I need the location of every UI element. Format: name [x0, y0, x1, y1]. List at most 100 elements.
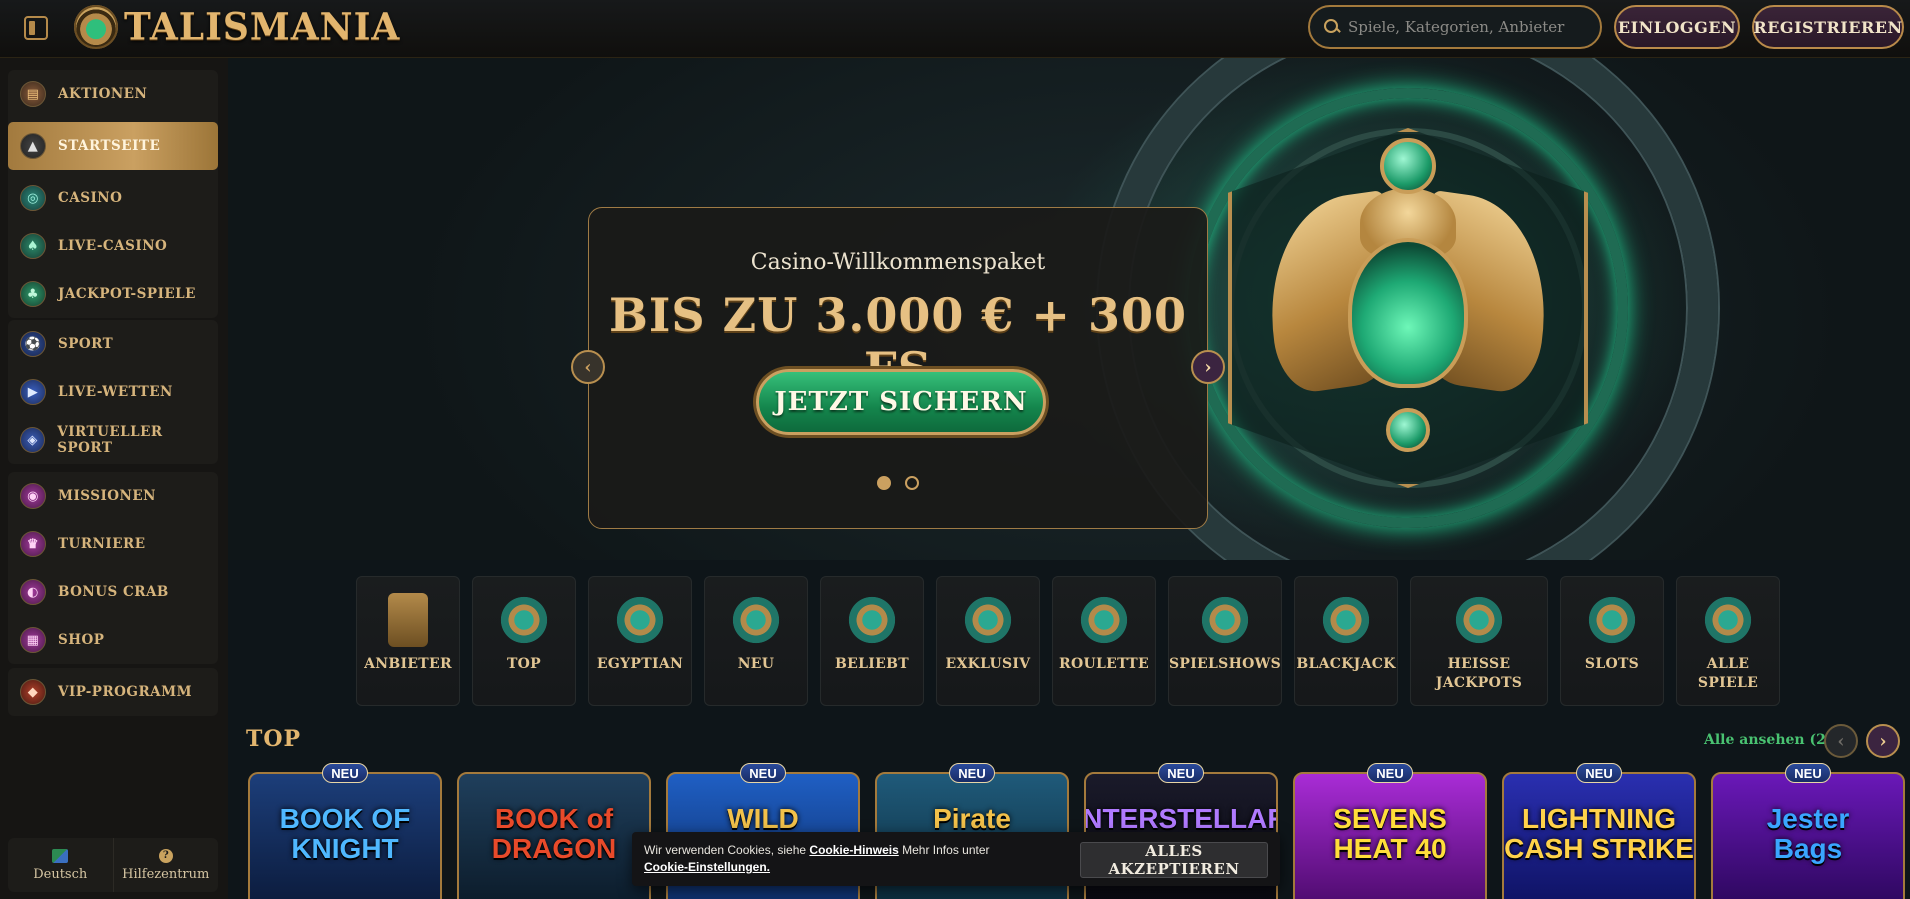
- promo-subtitle: Casino-Willkommenspaket: [750, 250, 1046, 275]
- sidebar-item-label: SPORT: [58, 336, 114, 352]
- sidebar-item-sport[interactable]: ⚽ SPORT: [8, 320, 218, 368]
- category-exklusiv[interactable]: EXKLUSIV: [936, 576, 1040, 706]
- eye-of-horus-icon: [613, 593, 667, 647]
- sidebar-item-virtueller-sport[interactable]: ◈ VIRTUELLER SPORT: [8, 416, 218, 464]
- slot-machine-icon: [1585, 593, 1639, 647]
- sidebar-item-startseite[interactable]: ▲ STARTSEITE: [8, 122, 218, 170]
- game-tile[interactable]: BOOK of DRAGON: [457, 772, 651, 899]
- sidebar-item-label: MISSIONEN: [58, 488, 157, 504]
- category-label: TOP: [506, 656, 542, 672]
- shop-icon: ▦: [20, 627, 46, 653]
- carousel-dot-2[interactable]: [905, 476, 919, 490]
- category-label: EGYPTIAN: [596, 656, 684, 672]
- game-title: SEVENS HEAT 40: [1333, 803, 1447, 864]
- category-label: EXKLUSIV: [945, 656, 1031, 672]
- sidebar-item-label: SHOP: [58, 632, 105, 648]
- scarab-gem-top: [1380, 138, 1436, 194]
- live-betting-icon: ▶: [20, 379, 46, 405]
- category-alle-spiele[interactable]: ALLE SPIELE: [1676, 576, 1780, 706]
- carousel-prev-button[interactable]: ‹: [571, 350, 605, 384]
- search-icon: [1324, 19, 1340, 35]
- sidebar-item-jackpot-spiele[interactable]: ♣ JACKPOT-SPIELE: [8, 270, 218, 318]
- sidebar-item-turniere[interactable]: ♛ TURNIERE: [8, 520, 218, 568]
- jetzt-sichern-button[interactable]: JETZT SICHERN: [756, 369, 1046, 435]
- sidebar-item-bonus-crab[interactable]: ◐ BONUS CRAB: [8, 568, 218, 616]
- hero-banner: Casino-Willkommenspaket BIS ZU 3.000 € +…: [228, 58, 1910, 560]
- scarab-body: [1348, 238, 1468, 388]
- sidebar-item-live-casino[interactable]: ♠ LIVE-CASINO: [8, 222, 218, 270]
- new-badge: NEU: [949, 763, 995, 783]
- game-tile[interactable]: Jester Bags: [1711, 772, 1905, 899]
- sidebar-group-rewards: ◉ MISSIONEN ♛ TURNIERE ◐ BONUS CRAB ▦ SH…: [8, 472, 218, 664]
- pharaoh-icon: [961, 593, 1015, 647]
- new-badge: NEU: [1576, 763, 1622, 783]
- sidebar-item-live-wetten[interactable]: ▶ LIVE-WETTEN: [8, 368, 218, 416]
- sidebar-item-casino[interactable]: ◎ CASINO: [8, 174, 218, 222]
- login-button[interactable]: EINLOGGEN: [1614, 5, 1740, 49]
- category-egyptian[interactable]: EGYPTIAN: [588, 576, 692, 706]
- game-tile[interactable]: BOOK OF KNIGHT: [248, 772, 442, 899]
- lotus-icon: [1701, 593, 1755, 647]
- game-title: BOOK OF KNIGHT: [279, 803, 411, 864]
- category-label: BELIEBT: [835, 656, 909, 672]
- sidebar-toggle-icon[interactable]: [24, 16, 48, 40]
- crown-icon: [845, 593, 899, 647]
- search-box[interactable]: [1308, 5, 1602, 49]
- cookie-notice-link[interactable]: Cookie-Hinweis: [809, 843, 898, 857]
- game-tile[interactable]: LIGHTNING CASH STRIKE: [1502, 772, 1696, 899]
- new-badge: NEU: [1785, 763, 1831, 783]
- category-blackjack[interactable]: BLACKJACK: [1294, 576, 1398, 706]
- carousel-dots: [589, 476, 1207, 490]
- sidebar-item-missionen[interactable]: ◉ MISSIONEN: [8, 472, 218, 520]
- games-prev-button[interactable]: ‹: [1824, 724, 1858, 758]
- search-input[interactable]: [1348, 18, 1588, 36]
- cookie-settings-link[interactable]: Cookie-Einstellungen.: [644, 860, 770, 874]
- carousel-dot-1[interactable]: [877, 476, 891, 490]
- category-label: ALLE SPIELE: [1697, 656, 1759, 691]
- sun-disc-icon: [729, 593, 783, 647]
- category-roulette[interactable]: ROULETTE: [1052, 576, 1156, 706]
- cookie-text-part: Mehr Infos unter: [902, 843, 990, 857]
- home-icon: ▲: [20, 133, 46, 159]
- casino-icon: ◎: [20, 185, 46, 211]
- help-label: Hilfezentrum: [122, 866, 210, 882]
- chevron-right-icon: ›: [1879, 730, 1887, 752]
- category-spielshows[interactable]: SPIELSHOWS: [1168, 576, 1282, 706]
- sidebar-item-vip-programm[interactable]: ◆ VIP-PROGRAMM: [8, 668, 218, 716]
- accept-all-cookies-button[interactable]: ALLES AKZEPTIEREN: [1080, 842, 1268, 878]
- category-anbieter[interactable]: ANBIETER: [356, 576, 460, 706]
- carousel-next-button[interactable]: ›: [1191, 350, 1225, 384]
- game-title: Jester Bags: [1766, 803, 1850, 864]
- category-heisse-jackpots[interactable]: HEISSE JACKPOTS: [1410, 576, 1548, 706]
- games-next-button[interactable]: ›: [1866, 724, 1900, 758]
- live-casino-icon: ♠: [20, 233, 46, 259]
- category-neu[interactable]: NEU: [704, 576, 808, 706]
- talismania-logo[interactable]: TALISMANIA: [74, 4, 400, 50]
- promo-card: Casino-Willkommenspaket BIS ZU 3.000 € +…: [588, 207, 1208, 529]
- chevron-right-icon: ›: [1204, 356, 1212, 378]
- category-label: HEISSE JACKPOTS: [1435, 656, 1523, 691]
- promotions-icon: ▤: [20, 81, 46, 107]
- sidebar-item-shop[interactable]: ▦ SHOP: [8, 616, 218, 664]
- sidebar-group-vip: ◆ VIP-PROGRAMM: [8, 668, 218, 716]
- cookie-text-part: Wir verwenden Cookies, siehe: [644, 843, 807, 857]
- game-title: LIGHTNING CASH STRIKE: [1504, 803, 1694, 864]
- sidebar-item-aktionen[interactable]: ▤ AKTIONEN: [8, 70, 218, 118]
- virtual-sport-icon: ◈: [20, 427, 46, 453]
- flame-icon: [1452, 593, 1506, 647]
- sidebar-group-casino: ▤ AKTIONEN ▲ STARTSEITE ◎ CASINO ♠ LIVE-…: [8, 70, 218, 318]
- cookie-text: Wir verwenden Cookies, siehe Cookie-Hinw…: [644, 842, 1074, 876]
- sidebar-item-label: LIVE-WETTEN: [58, 384, 173, 400]
- game-tile[interactable]: SEVENS HEAT 40: [1293, 772, 1487, 899]
- language-selector[interactable]: Deutsch: [8, 838, 113, 892]
- category-beliebt[interactable]: BELIEBT: [820, 576, 924, 706]
- category-bar: ANBIETER TOP EGYPTIAN NEU BELIEBT EXKLUS…: [356, 576, 1780, 706]
- scarab-icon: [497, 593, 551, 647]
- cookie-banner: Wir verwenden Cookies, siehe Cookie-Hinw…: [632, 832, 1280, 886]
- help-center-link[interactable]: ? Hilfezentrum: [112, 838, 219, 892]
- register-button[interactable]: REGISTRIEREN: [1752, 5, 1904, 49]
- spade-icon: [1319, 593, 1373, 647]
- language-flag-icon: [52, 848, 69, 863]
- category-slots[interactable]: SLOTS: [1560, 576, 1664, 706]
- category-top[interactable]: TOP: [472, 576, 576, 706]
